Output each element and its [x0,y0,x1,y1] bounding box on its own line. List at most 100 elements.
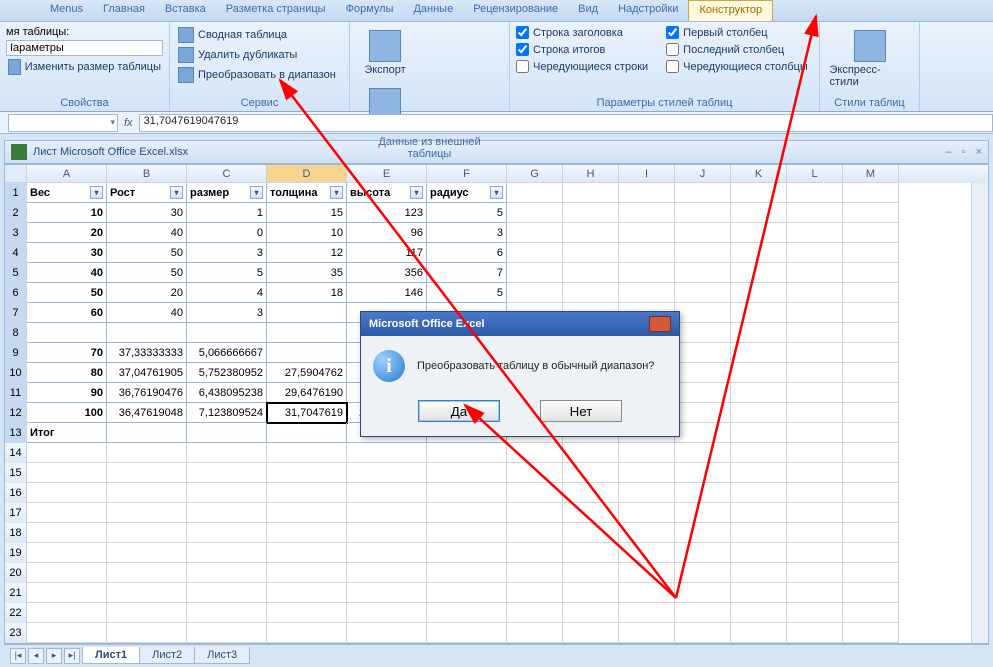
empty-cell[interactable] [675,563,731,583]
empty-cell[interactable] [187,483,267,503]
data-cell[interactable] [675,283,731,303]
empty-cell[interactable] [107,443,187,463]
totals-cell[interactable] [731,423,787,443]
data-cell[interactable] [787,403,843,423]
empty-cell[interactable] [563,463,619,483]
empty-cell[interactable] [347,483,427,503]
dialog-yes-button[interactable]: Да [418,400,500,422]
empty-cell[interactable] [187,603,267,623]
empty-cell[interactable] [427,543,507,563]
sheet-tab-2[interactable]: Лист2 [139,647,195,664]
data-cell[interactable] [731,323,787,343]
empty-cell[interactable] [619,443,675,463]
empty-cell[interactable] [675,483,731,503]
empty-cell[interactable] [731,583,787,603]
empty-cell[interactable] [267,503,347,523]
dialog-no-button[interactable]: Нет [540,400,622,422]
header-cell[interactable]: Рост▾ [107,183,187,203]
header-cell[interactable] [619,183,675,203]
empty-cell[interactable] [347,543,427,563]
data-cell[interactable] [675,343,731,363]
empty-cell[interactable] [731,543,787,563]
empty-cell[interactable] [843,563,899,583]
row-header-7[interactable]: 7 [5,303,27,323]
empty-cell[interactable] [27,603,107,623]
empty-cell[interactable] [27,503,107,523]
data-cell[interactable] [675,243,731,263]
empty-cell[interactable] [731,463,787,483]
filter-dropdown[interactable]: ▾ [90,186,103,199]
row-header-21[interactable]: 21 [5,583,27,603]
empty-cell[interactable] [843,603,899,623]
data-cell[interactable]: 36,47619048 [107,403,187,423]
header-cell[interactable] [675,183,731,203]
totals-cell[interactable] [267,423,347,443]
empty-cell[interactable] [619,523,675,543]
data-cell[interactable] [563,223,619,243]
data-cell[interactable]: 123 [347,203,427,223]
col-header-D[interactable]: D [267,165,347,183]
empty-cell[interactable] [619,623,675,643]
data-cell[interactable] [787,303,843,323]
filter-dropdown[interactable]: ▾ [490,186,503,199]
data-cell[interactable] [843,263,899,283]
empty-cell[interactable] [675,583,731,603]
empty-cell[interactable] [731,503,787,523]
doc-minimize-button[interactable]: – [946,146,952,158]
empty-cell[interactable] [427,583,507,603]
col-header-I[interactable]: I [619,165,675,183]
data-cell[interactable]: 70 [27,343,107,363]
empty-cell[interactable] [731,563,787,583]
row-header-8[interactable]: 8 [5,323,27,343]
empty-cell[interactable] [347,583,427,603]
tab-home[interactable]: Главная [93,0,155,21]
empty-cell[interactable] [731,603,787,623]
empty-cell[interactable] [347,503,427,523]
empty-cell[interactable] [787,603,843,623]
data-cell[interactable]: 7,123809524 [187,403,267,423]
remove-duplicates-button[interactable]: Удалить дубликаты [176,46,343,64]
col-header-C[interactable]: C [187,165,267,183]
data-cell[interactable]: 30 [27,243,107,263]
row-header-16[interactable]: 16 [5,483,27,503]
tab-formulas[interactable]: Формулы [336,0,404,21]
sheet-nav-prev[interactable]: ◂ [28,648,44,664]
empty-cell[interactable] [187,623,267,643]
totals-cell[interactable] [187,423,267,443]
totals-cell[interactable] [675,423,731,443]
col-header-G[interactable]: G [507,165,563,183]
empty-cell[interactable] [507,443,563,463]
row-header-18[interactable]: 18 [5,523,27,543]
data-cell[interactable]: 50 [27,283,107,303]
empty-cell[interactable] [731,443,787,463]
data-cell[interactable] [675,403,731,423]
data-cell[interactable] [731,363,787,383]
data-cell[interactable]: 3 [427,223,507,243]
row-header-15[interactable]: 15 [5,463,27,483]
data-cell[interactable]: 60 [27,303,107,323]
data-cell[interactable] [731,263,787,283]
data-cell[interactable] [507,243,563,263]
data-cell[interactable]: 6 [427,243,507,263]
row-header-9[interactable]: 9 [5,343,27,363]
data-cell[interactable] [787,323,843,343]
data-cell[interactable]: 5 [427,283,507,303]
data-cell[interactable]: 7 [427,263,507,283]
data-cell[interactable] [731,403,787,423]
tab-design[interactable]: Конструктор [688,0,773,21]
header-cell[interactable] [563,183,619,203]
empty-cell[interactable] [507,563,563,583]
data-cell[interactable] [843,203,899,223]
data-cell[interactable] [619,203,675,223]
data-cell[interactable] [675,303,731,323]
empty-cell[interactable] [619,483,675,503]
empty-cell[interactable] [507,483,563,503]
dialog-close-button[interactable] [649,316,671,332]
data-cell[interactable]: 12 [267,243,347,263]
row-header-5[interactable]: 5 [5,263,27,283]
empty-cell[interactable] [787,623,843,643]
col-header-H[interactable]: H [563,165,619,183]
data-cell[interactable] [731,283,787,303]
empty-cell[interactable] [107,543,187,563]
chk-last-col[interactable]: Последний столбец [666,43,808,56]
